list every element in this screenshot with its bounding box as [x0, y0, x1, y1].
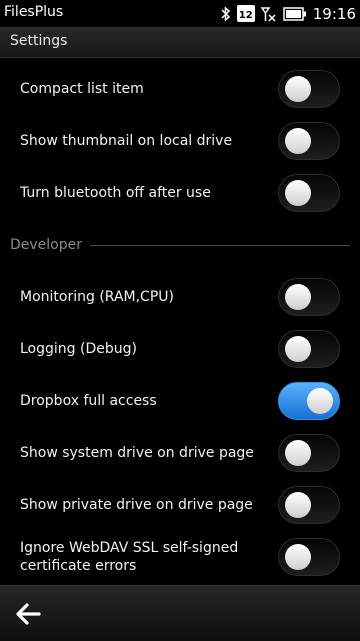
toggle-switch[interactable] — [278, 70, 340, 108]
toggle-knob — [285, 336, 311, 362]
clock: 19:16 — [312, 4, 356, 23]
setting-row-dropbox[interactable]: Dropbox full access — [0, 375, 360, 427]
toggle-switch[interactable] — [278, 330, 340, 368]
bluetooth-icon — [221, 5, 231, 22]
setting-row-compact-list[interactable]: Compact list item — [0, 63, 360, 115]
calendar-icon: 12 — [236, 5, 255, 22]
header-bar: Settings — [0, 27, 360, 58]
setting-label: Ignore WebDAV SSL self-signed certificat… — [20, 540, 239, 574]
status-bar: FilesPlus 12 19:16 — [0, 0, 360, 27]
status-icons: 12 19:16 — [215, 0, 360, 27]
setting-row-system-drive[interactable]: Show system drive on drive page — [0, 427, 360, 479]
no-signal-icon — [260, 6, 277, 22]
section-title: Developer — [10, 237, 83, 253]
section-header-developer: Developer — [10, 235, 350, 255]
setting-row-monitoring[interactable]: Monitoring (RAM,CPU) — [0, 271, 360, 323]
toggle-switch[interactable] — [278, 174, 340, 212]
page-title: Settings — [10, 33, 68, 49]
toggle-knob — [285, 76, 311, 102]
toggle-switch[interactable] — [278, 486, 340, 524]
toggle-switch[interactable] — [278, 278, 340, 316]
toggle-switch[interactable] — [278, 382, 340, 420]
setting-label: Show system drive on drive page — [20, 445, 254, 461]
setting-row-bluetooth[interactable]: Turn bluetooth off after use — [0, 167, 360, 219]
toggle-switch[interactable] — [278, 122, 340, 160]
setting-label: Show thumbnail on local drive — [20, 133, 233, 149]
toggle-knob — [285, 128, 311, 154]
toggle-knob — [285, 492, 311, 518]
setting-label: Compact list item — [20, 81, 144, 97]
section-divider — [90, 244, 350, 246]
calendar-day: 12 — [238, 9, 253, 21]
setting-label: Logging (Debug) — [20, 341, 137, 357]
toggle-knob — [285, 440, 311, 466]
battery-icon — [283, 6, 307, 21]
setting-row-logging[interactable]: Logging (Debug) — [0, 323, 360, 375]
toggle-switch[interactable] — [278, 538, 340, 576]
toggle-knob — [285, 180, 311, 206]
setting-label: Monitoring (RAM,CPU) — [20, 289, 174, 305]
setting-label: Dropbox full access — [20, 393, 157, 409]
setting-row-private-drive[interactable]: Show private drive on drive page — [0, 479, 360, 531]
setting-label: Turn bluetooth off after use — [20, 185, 211, 201]
toggle-knob — [307, 388, 333, 414]
toggle-knob — [285, 544, 311, 570]
app-name: FilesPlus — [4, 4, 64, 20]
toggle-switch[interactable] — [278, 434, 340, 472]
setting-row-thumbnail[interactable]: Show thumbnail on local drive — [0, 115, 360, 167]
back-arrow-icon[interactable] — [14, 600, 42, 628]
setting-row-webdav-ssl[interactable]: Ignore WebDAV SSL self-signed certificat… — [0, 531, 360, 583]
toggle-knob — [285, 284, 311, 310]
bottom-toolbar — [0, 585, 360, 641]
setting-label: Show private drive on drive page — [20, 497, 253, 513]
